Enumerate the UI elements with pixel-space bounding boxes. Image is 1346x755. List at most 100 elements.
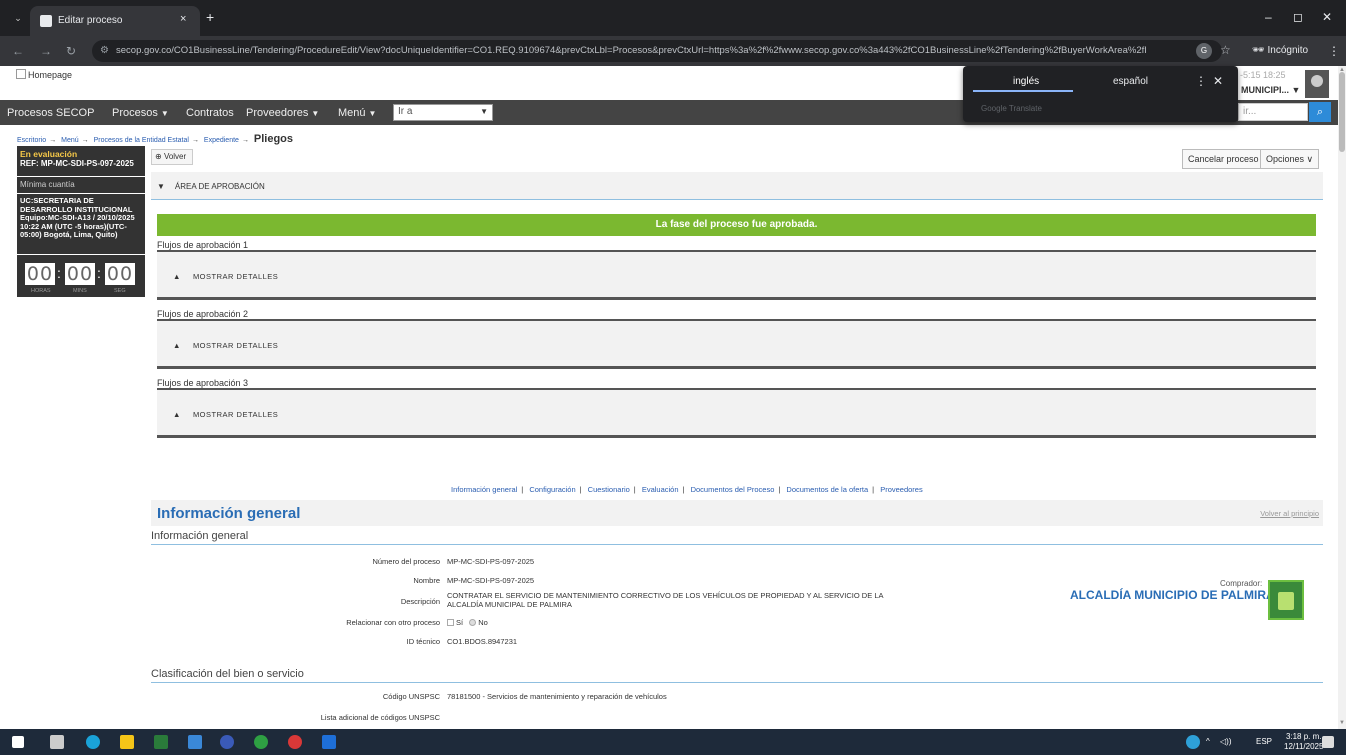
field-label: Descripción	[400, 597, 440, 606]
maximize-icon[interactable]: ◻	[1293, 10, 1303, 24]
vertical-scrollbar[interactable]	[1338, 66, 1346, 729]
scrollbar-thumb[interactable]	[1339, 72, 1345, 152]
no-radio[interactable]	[469, 619, 477, 626]
bookmark-star-icon[interactable]: ☆	[1220, 43, 1231, 57]
volver-button[interactable]: ⊕ Volver	[151, 149, 193, 165]
section-link[interactable]: Proveedores	[880, 485, 923, 494]
expand-triangle-icon: ▲	[173, 341, 181, 350]
window-close-icon[interactable]: ✕	[1322, 10, 1332, 24]
homepage-logo[interactable]: Homepage	[16, 69, 72, 80]
goto-select[interactable]: Ir a ▼	[393, 104, 493, 121]
url-text[interactable]: secop.gov.co/CO1BusinessLine/Tendering/P…	[116, 45, 1146, 56]
breadcrumb: Escritorio → Menú → Procesos de la Entidad…	[17, 133, 294, 145]
user-avatar[interactable]	[1305, 70, 1329, 98]
task-view-icon[interactable]	[50, 735, 64, 749]
hp-icon[interactable]	[220, 735, 234, 749]
menu-procesos[interactable]: Procesos ▼	[112, 107, 169, 119]
url-field[interactable]: ⚙ secop.gov.co/CO1BusinessLine/Tendering…	[92, 40, 1231, 62]
field-value: 78181500 - Servicios de mantenimiento y …	[447, 692, 667, 701]
field-value: MP-MC-SDI-PS-097-2025	[447, 576, 535, 585]
menu-menu[interactable]: Menú ▼	[338, 107, 376, 119]
approval-flow-box: ▲ MOSTRAR DETALLES	[157, 388, 1316, 438]
field-label: Lista adicional de códigos UNSPSC	[320, 713, 440, 722]
menu-proveedores[interactable]: Proveedores ▼	[246, 107, 319, 119]
tray-chevron-icon[interactable]: ^	[1206, 737, 1210, 746]
relate-process-options: Sí No	[447, 618, 488, 627]
process-type: Mínima cuantía	[17, 177, 145, 193]
language-indicator[interactable]: ESP	[1256, 737, 1272, 746]
outlook-icon[interactable]	[188, 735, 202, 749]
timer-hours: 00	[25, 263, 55, 285]
field-value: ALCALDÍA MUNICIPAL DE PALMIRA	[447, 600, 572, 609]
browser-tab-bar: ⌄ Editar proceso × + – ◻ ✕	[0, 0, 1346, 36]
translate-icon[interactable]: G	[1196, 43, 1212, 59]
user-menu[interactable]: MUNICIPI... ▼	[1241, 85, 1300, 95]
minimize-icon[interactable]: –	[1265, 10, 1272, 24]
breadcrumb-current: Pliegos	[253, 133, 294, 145]
browser-menu-icon[interactable]: ⋮	[1328, 44, 1340, 58]
breadcrumb-item[interactable]: Procesos de la Entidad Estatal	[94, 137, 189, 144]
word-icon[interactable]	[322, 735, 336, 749]
clock[interactable]: 3:18 p. m. 12/11/2025	[1284, 732, 1323, 752]
cancel-process-button[interactable]: Cancelar proceso	[1182, 149, 1265, 169]
search-icon[interactable]: ⌕	[1309, 102, 1331, 122]
chrome-incognito-icon[interactable]	[288, 735, 302, 749]
scroll-down-icon[interactable]: ▼	[1339, 720, 1345, 726]
info-general-header: Información general Volver al principio	[151, 500, 1323, 526]
translate-more-icon[interactable]: ⋮	[1195, 74, 1207, 88]
section-link[interactable]: Documentos de la oferta	[786, 485, 868, 494]
timer-seconds-label: SEG	[114, 288, 126, 294]
options-button[interactable]: Opciones ∨	[1260, 149, 1320, 169]
field-value: CONTRATAR EL SERVICIO DE MANTENIMIENTO C…	[447, 591, 884, 600]
approval-flow-box: ▲ MOSTRAR DETALLES	[157, 319, 1316, 369]
section-link[interactable]: Documentos del Proceso	[691, 485, 775, 494]
new-tab-icon[interactable]: +	[206, 10, 214, 24]
address-bar: ← → ↻ ⚙ secop.gov.co/CO1BusinessLine/Ten…	[0, 36, 1346, 66]
process-status-box: En evaluación REF: MP-MC-SDI-PS-097-2025	[17, 146, 145, 176]
field-label: Nombre	[413, 576, 440, 585]
edge-icon[interactable]	[86, 735, 100, 749]
file-explorer-icon[interactable]	[120, 735, 134, 749]
scroll-up-icon[interactable]: ▲	[1339, 67, 1345, 73]
breadcrumb-item[interactable]: Expediente	[204, 137, 239, 144]
forward-icon[interactable]: →	[40, 44, 52, 58]
translate-close-icon[interactable]: ✕	[1213, 74, 1223, 88]
show-details-toggle[interactable]: ▲ MOSTRAR DETALLES	[173, 272, 278, 281]
site-info-icon[interactable]: ⚙	[100, 45, 109, 56]
expand-triangle-icon: ▲	[173, 410, 181, 419]
menu-procesos-secop[interactable]: Procesos SECOP	[7, 107, 94, 119]
breadcrumb-item[interactable]: Escritorio	[17, 137, 46, 144]
incognito-badge[interactable]: 🕶 Incógnito	[1252, 45, 1308, 56]
buyer-name[interactable]: ALCALDÍA MUNICIPIO DE PALMIRA	[1070, 588, 1275, 602]
back-icon[interactable]: ←	[12, 44, 24, 58]
header-search-input[interactable]: ir...	[1238, 103, 1308, 121]
translate-lang-es[interactable]: español	[1113, 76, 1148, 87]
tab-search-icon[interactable]: ⌄	[10, 10, 26, 26]
browser-tab[interactable]: Editar proceso ×	[30, 6, 200, 36]
si-checkbox[interactable]	[447, 619, 454, 626]
windows-start-icon[interactable]	[12, 736, 24, 748]
menu-contratos[interactable]: Contratos	[186, 107, 234, 119]
section-link[interactable]: Información general	[451, 485, 517, 494]
section-link[interactable]: Configuración	[529, 485, 575, 494]
show-details-toggle[interactable]: ▲ MOSTRAR DETALLES	[173, 341, 278, 350]
speaker-icon[interactable]: ◁))	[1220, 737, 1231, 746]
section-link[interactable]: Cuestionario	[588, 485, 630, 494]
store-icon[interactable]	[154, 735, 168, 749]
favicon-icon	[40, 15, 52, 27]
user-date: -5:15 18:25	[1240, 70, 1286, 80]
field-label: ID técnico	[406, 637, 440, 646]
chrome-icon[interactable]	[254, 735, 268, 749]
subsection-title: Información general	[151, 530, 249, 542]
reload-icon[interactable]: ↻	[66, 44, 76, 58]
approval-area-header[interactable]: ▼ ÁREA DE APROBACIÓN	[151, 172, 1323, 200]
back-to-top-link[interactable]: Volver al principio	[1260, 509, 1319, 518]
breadcrumb-item[interactable]: Menú	[61, 137, 79, 144]
tab-close-icon[interactable]: ×	[180, 13, 186, 25]
help-icon[interactable]	[1186, 735, 1200, 749]
chevron-down-icon: ∨	[1306, 154, 1314, 164]
notifications-icon[interactable]	[1322, 736, 1334, 748]
show-details-toggle[interactable]: ▲ MOSTRAR DETALLES	[173, 410, 278, 419]
section-link[interactable]: Evaluación	[642, 485, 679, 494]
translate-lang-en[interactable]: inglés	[1013, 76, 1039, 87]
